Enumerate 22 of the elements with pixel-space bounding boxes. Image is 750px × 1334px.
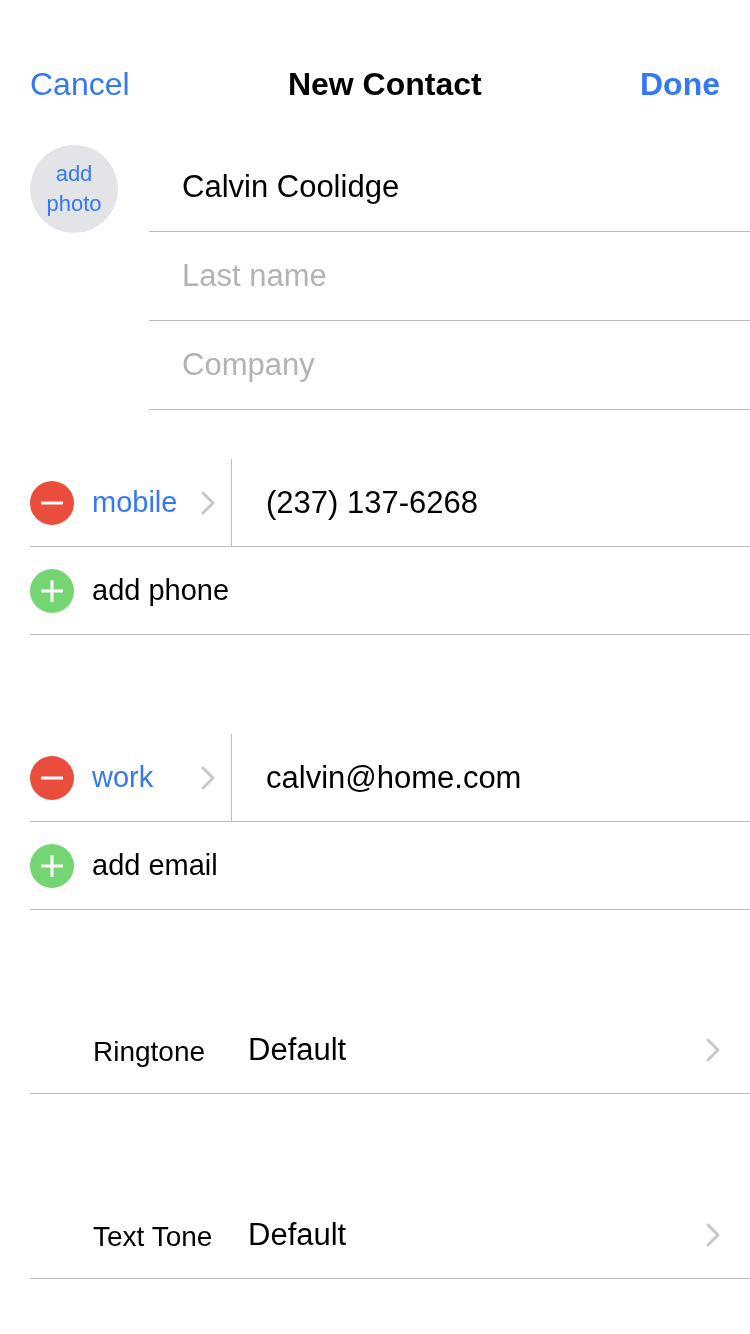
chevron-icon [201, 490, 215, 515]
name-field[interactable]: Last name [182, 258, 750, 294]
done-button[interactable]: Done [640, 65, 720, 103]
add-email-button[interactable]: add email [92, 849, 218, 882]
chevron-icon [201, 765, 215, 790]
phone-field[interactable]: (237) 137-6268 [266, 484, 750, 521]
setting-value: Default [248, 1031, 348, 1068]
chevron-icon [706, 1222, 720, 1247]
name-field[interactable]: Calvin Coolidge [182, 169, 750, 205]
setting-label: Ringtone [93, 1034, 207, 1068]
screen-title: New Contact [287, 65, 482, 103]
setting-label: Text Tone [93, 1219, 214, 1253]
label-picker[interactable]: mobile [92, 459, 232, 546]
setting-value: Default [248, 1216, 348, 1253]
remove-icon[interactable] [30, 480, 74, 525]
cancel-button[interactable]: Cancel [30, 65, 130, 103]
remove-icon[interactable] [30, 755, 74, 800]
add-phone-button[interactable]: add phone [92, 574, 230, 607]
name-field[interactable]: Company [182, 347, 750, 383]
chevron-icon [706, 1037, 720, 1062]
email-field[interactable]: calvin@home.com [266, 759, 750, 796]
label-picker[interactable]: work [92, 734, 232, 821]
